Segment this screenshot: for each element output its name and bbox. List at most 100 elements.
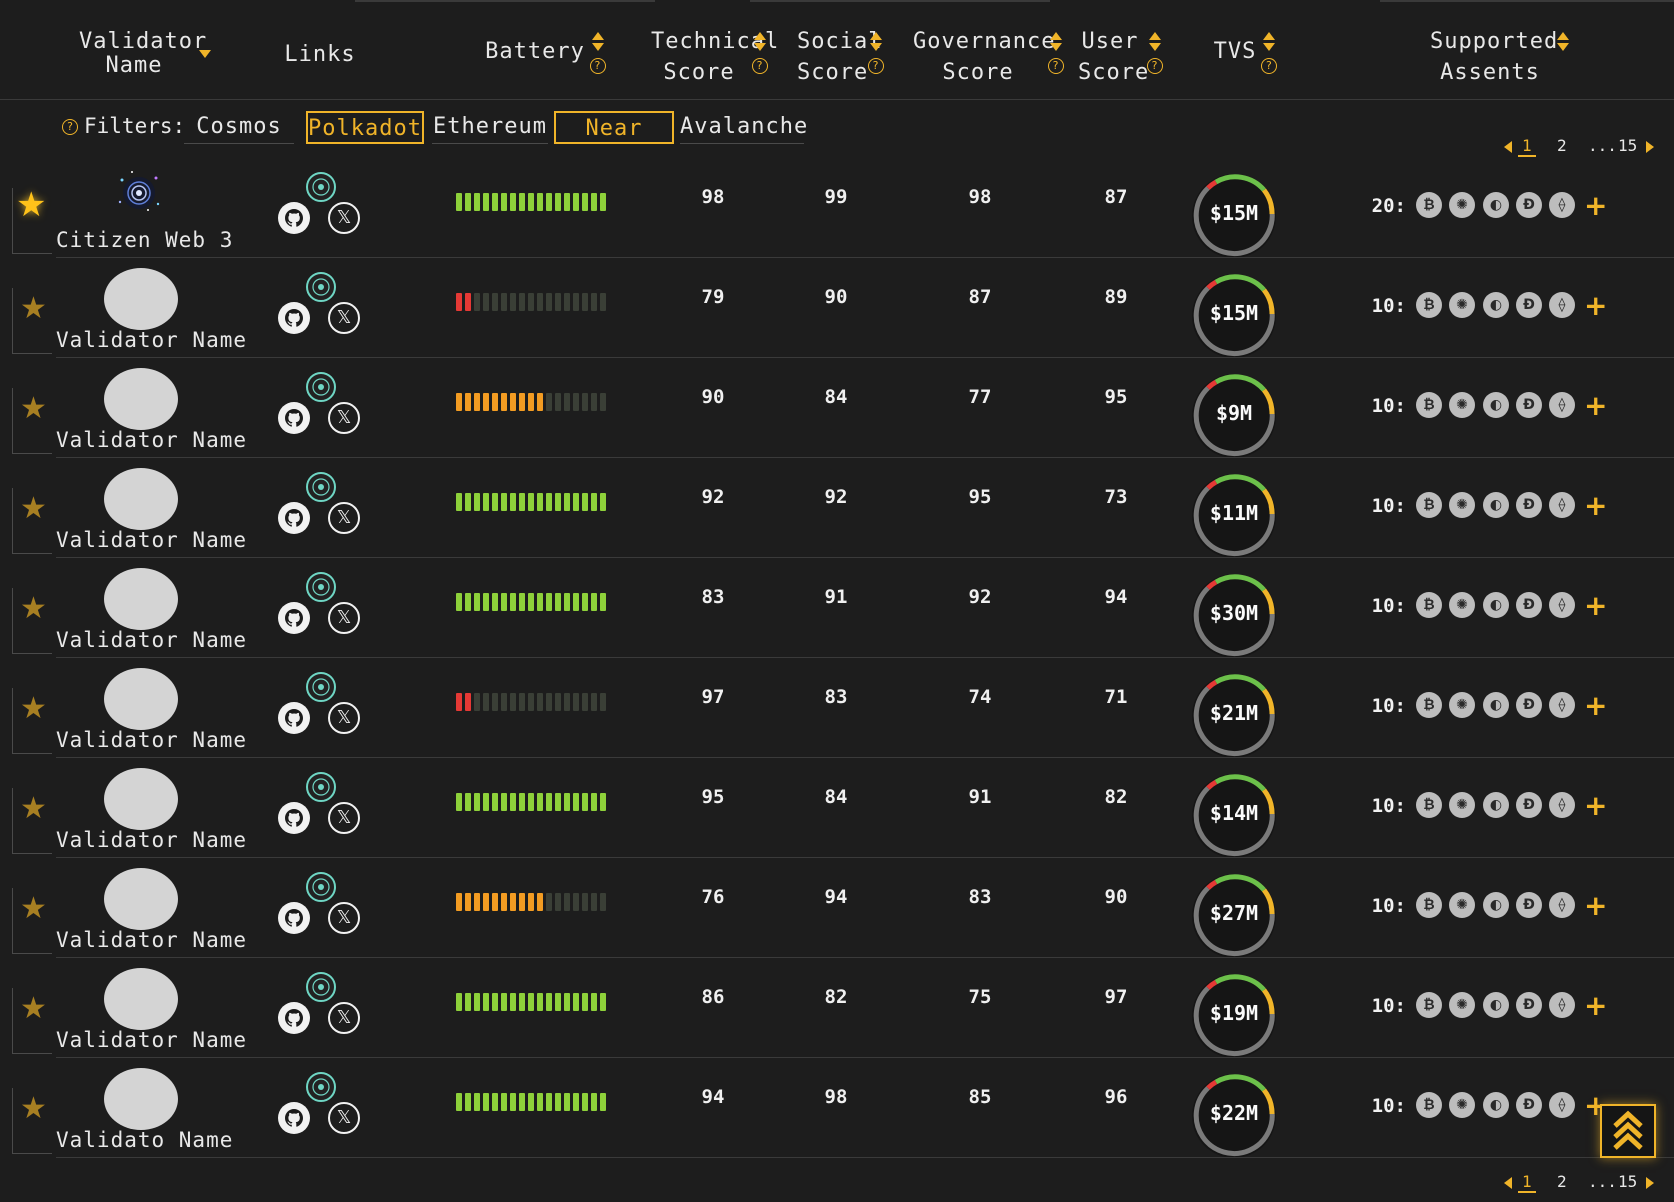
github-icon[interactable] [278,1102,310,1134]
add-asset-icon[interactable]: + [1584,789,1607,822]
validator-name[interactable]: Validator Name [56,328,246,352]
prev-page-icon[interactable] [1504,1177,1512,1189]
x-twitter-icon[interactable]: 𝕏 [328,1002,360,1034]
website-icon[interactable] [306,1072,336,1102]
help-icon[interactable]: ? [868,58,884,74]
x-twitter-icon[interactable]: 𝕏 [328,702,360,734]
x-twitter-icon[interactable]: 𝕏 [328,602,360,634]
x-twitter-icon[interactable]: 𝕏 [328,302,360,334]
page-link[interactable]: 2 [1557,136,1567,155]
website-icon[interactable] [306,872,336,902]
column-header-user-score[interactable]: User Score? [1070,26,1170,88]
page-link[interactable]: 15 [1618,136,1637,155]
website-icon[interactable] [306,972,336,1002]
battery-segment [600,793,606,811]
column-header-battery[interactable]: Battery? [480,26,610,86]
help-icon[interactable]: ? [589,58,606,74]
website-icon[interactable] [306,572,336,602]
filter-near[interactable]: Near [554,111,674,144]
favorite-star-icon[interactable]: ★ [20,1094,47,1124]
sort-icon[interactable]: ? [1147,26,1163,86]
validator-name[interactable]: Validator Name [56,428,246,452]
website-icon[interactable] [306,172,336,202]
column-header-technical-score[interactable]: Technical Score? [644,26,778,88]
sort-icon[interactable]: ? [589,26,606,86]
filter-ethereum[interactable]: Ethereum [432,111,548,144]
validator-name[interactable]: Validato Name [56,1128,232,1152]
column-header-social-score[interactable]: Social Score? [790,26,890,88]
prev-page-icon[interactable] [1504,141,1512,153]
github-icon[interactable] [278,802,310,834]
github-icon[interactable] [278,202,310,234]
website-icon[interactable] [306,372,336,402]
column-header-tvs[interactable]: TVS? [1200,26,1290,86]
filters-help-icon[interactable]: ? [62,119,78,135]
add-asset-icon[interactable]: + [1584,389,1607,422]
governance-score: 95 [968,486,992,508]
x-twitter-icon[interactable]: 𝕏 [328,802,360,834]
favorite-star-icon[interactable]: ★ [20,294,47,324]
sort-icon[interactable] [1556,26,1570,86]
sort-icon[interactable]: ? [868,26,884,86]
x-twitter-icon[interactable]: 𝕏 [328,202,360,234]
add-asset-icon[interactable]: + [1584,589,1607,622]
sort-icon[interactable]: ? [1261,26,1278,86]
filter-avalanche[interactable]: Avalanche [680,111,807,144]
website-icon[interactable] [306,472,336,502]
filter-cosmos[interactable]: Cosmos [184,111,294,144]
github-icon[interactable] [278,702,310,734]
github-icon[interactable] [278,402,310,434]
add-asset-icon[interactable]: + [1584,989,1607,1022]
x-twitter-icon[interactable]: 𝕏 [328,402,360,434]
validator-name[interactable]: Validator Name [56,628,246,652]
column-header-supported-assets[interactable]: Supported Assents [1420,26,1580,88]
column-header-governance-score[interactable]: Governance Score? [906,26,1070,88]
x-twitter-icon[interactable]: 𝕏 [328,902,360,934]
help-icon[interactable]: ? [1147,58,1163,74]
scroll-to-top-button[interactable] [1600,1104,1656,1158]
next-page-icon[interactable] [1646,141,1654,153]
website-icon[interactable] [306,772,336,802]
validator-name[interactable]: Citizen Web 3 [56,228,232,252]
favorite-star-icon[interactable]: ★ [20,594,47,624]
add-asset-icon[interactable]: + [1584,689,1607,722]
x-twitter-icon[interactable]: 𝕏 [328,502,360,534]
sort-icon[interactable]: ? [752,26,768,86]
website-icon[interactable] [306,272,336,302]
github-icon[interactable] [278,1002,310,1034]
favorite-star-icon[interactable]: ★ [20,794,47,824]
add-asset-icon[interactable]: + [1584,889,1607,922]
favorite-star-icon[interactable]: ★ [20,994,47,1024]
favorite-star-icon[interactable]: ★ [20,494,47,524]
x-twitter-icon[interactable]: 𝕏 [328,1102,360,1134]
favorite-star-icon[interactable]: ★ [20,894,47,924]
github-icon[interactable] [278,502,310,534]
add-asset-icon[interactable]: + [1584,289,1607,322]
favorite-star-icon[interactable]: ★ [16,188,46,222]
sort-icon[interactable]: ? [1048,26,1064,86]
add-asset-icon[interactable]: + [1584,489,1607,522]
github-icon[interactable] [278,602,310,634]
help-icon[interactable]: ? [1048,58,1064,74]
validator-name[interactable]: Validator Name [56,828,246,852]
column-header-validator-name[interactable]: Validator Name [70,30,220,78]
validator-name[interactable]: Validator Name [56,528,246,552]
validator-name[interactable]: Validator Name [56,728,246,752]
favorite-star-icon[interactable]: ★ [20,694,47,724]
page-link[interactable]: 2 [1557,1172,1567,1191]
page-link-current[interactable]: 1 [1518,136,1536,157]
validator-name[interactable]: Validator Name [56,928,246,952]
github-icon[interactable] [278,902,310,934]
favorite-star-icon[interactable]: ★ [20,394,47,424]
page-link-current[interactable]: 1 [1518,1172,1536,1193]
help-icon[interactable]: ? [752,58,768,74]
filter-polkadot[interactable]: Polkadot [306,111,424,144]
next-page-icon[interactable] [1646,1177,1654,1189]
page-link[interactable]: 15 [1618,1172,1637,1191]
website-icon[interactable] [306,672,336,702]
help-icon[interactable]: ? [1261,58,1278,74]
sort-desc-icon[interactable] [199,50,211,58]
github-icon[interactable] [278,302,310,334]
add-asset-icon[interactable]: + [1584,189,1607,222]
validator-name[interactable]: Validator Name [56,1028,246,1052]
